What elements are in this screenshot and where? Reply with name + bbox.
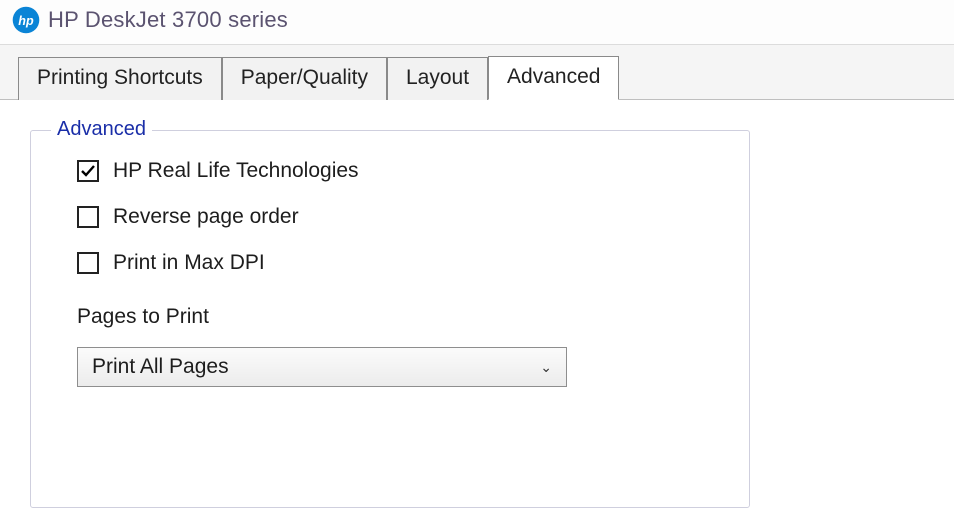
svg-text:hp: hp [18,14,34,28]
advanced-groupbox: Advanced HP Real Life Technologies Rever… [30,130,750,508]
tab-layout[interactable]: Layout [387,57,488,100]
window-title: HP DeskJet 3700 series [48,7,288,33]
groupbox-legend: Advanced [51,118,152,141]
tab-printing-shortcuts[interactable]: Printing Shortcuts [18,57,222,100]
tab-paper-quality[interactable]: Paper/Quality [222,57,387,100]
tabstrip: Printing Shortcuts Paper/Quality Layout … [0,45,954,100]
checkbox-label-hp-real-life: HP Real Life Technologies [113,159,359,183]
advanced-panel: Advanced HP Real Life Technologies Rever… [0,100,954,508]
titlebar: hp HP DeskJet 3700 series [0,0,954,45]
checkbox-label-reverse-page-order: Reverse page order [113,205,299,229]
hp-logo-icon: hp [12,6,40,34]
checkbox-label-print-max-dpi: Print in Max DPI [113,251,265,275]
checkbox-print-max-dpi[interactable] [77,252,99,274]
chevron-down-icon: ⌄ [540,359,552,376]
checkbox-reverse-page-order[interactable] [77,206,99,228]
option-reverse-page-order: Reverse page order [77,205,719,229]
check-icon [80,163,96,179]
pages-to-print-value: Print All Pages [92,355,229,379]
pages-to-print-label: Pages to Print [77,305,719,329]
option-hp-real-life: HP Real Life Technologies [77,159,719,183]
tab-advanced[interactable]: Advanced [488,56,619,100]
pages-to-print-dropdown[interactable]: Print All Pages ⌄ [77,347,567,387]
option-print-max-dpi: Print in Max DPI [77,251,719,275]
checkbox-hp-real-life[interactable] [77,160,99,182]
